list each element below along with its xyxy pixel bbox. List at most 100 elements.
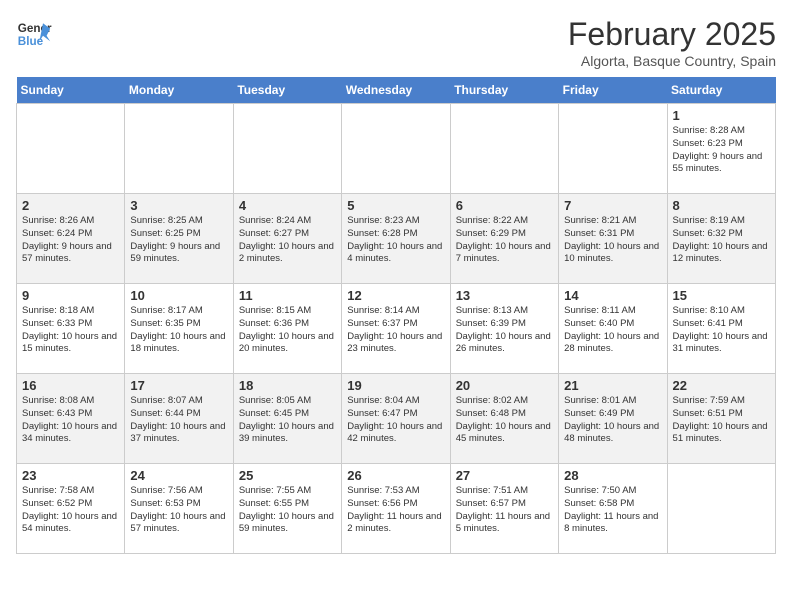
day-info: Sunrise: 7:56 AM Sunset: 6:53 PM Dayligh… xyxy=(130,485,227,536)
day-info: Sunrise: 8:18 AM Sunset: 6:33 PM Dayligh… xyxy=(22,305,119,356)
day-info: Sunrise: 8:14 AM Sunset: 6:37 PM Dayligh… xyxy=(347,305,444,356)
day-number: 20 xyxy=(456,378,553,393)
calendar-cell: 16Sunrise: 8:08 AM Sunset: 6:43 PM Dayli… xyxy=(17,374,125,464)
day-info: Sunrise: 8:10 AM Sunset: 6:41 PM Dayligh… xyxy=(673,305,770,356)
calendar-cell: 14Sunrise: 8:11 AM Sunset: 6:40 PM Dayli… xyxy=(559,284,667,374)
calendar-cell: 9 Sunrise: 8:18 AM Sunset: 6:33 PM Daylig… xyxy=(17,284,125,374)
calendar-cell: 4Sunrise: 8:24 AM Sunset: 6:27 PM Daylig… xyxy=(233,194,341,284)
location: Algorta, Basque Country, Spain xyxy=(568,53,776,69)
calendar-cell: 22 Sunrise: 7:59 AM Sunset: 6:51 PM Dayli… xyxy=(667,374,775,464)
day-number: 22 xyxy=(673,378,770,393)
day-info: Sunrise: 7:59 AM Sunset: 6:51 PM Dayligh… xyxy=(673,395,770,446)
calendar-week-1: 1 Sunrise: 8:28 AM Sunset: 6:23 PM Daylig… xyxy=(17,104,776,194)
day-number: 9 xyxy=(22,288,119,303)
weekday-header-thursday: Thursday xyxy=(450,77,558,104)
calendar-week-2: 2Sunrise: 8:26 AM Sunset: 6:24 PM Daylig… xyxy=(17,194,776,284)
calendar-week-3: 9 Sunrise: 8:18 AM Sunset: 6:33 PM Daylig… xyxy=(17,284,776,374)
day-info: Sunrise: 8:25 AM Sunset: 6:25 PM Dayligh… xyxy=(130,215,227,266)
calendar-week-4: 16Sunrise: 8:08 AM Sunset: 6:43 PM Dayli… xyxy=(17,374,776,464)
calendar-cell: 3Sunrise: 8:25 AM Sunset: 6:25 PM Daylig… xyxy=(125,194,233,284)
day-number: 13 xyxy=(456,288,553,303)
calendar-cell: 10 Sunrise: 8:17 AM Sunset: 6:35 PM Dayli… xyxy=(125,284,233,374)
day-info: Sunrise: 8:24 AM Sunset: 6:27 PM Dayligh… xyxy=(239,215,336,266)
day-info: Sunrise: 8:21 AM Sunset: 6:31 PM Dayligh… xyxy=(564,215,661,266)
calendar-cell: 6 Sunrise: 8:22 AM Sunset: 6:29 PM Daylig… xyxy=(450,194,558,284)
calendar-cell: 13 Sunrise: 8:13 AM Sunset: 6:39 PM Dayli… xyxy=(450,284,558,374)
day-info: Sunrise: 8:19 AM Sunset: 6:32 PM Dayligh… xyxy=(673,215,770,266)
day-number: 24 xyxy=(130,468,227,483)
day-number: 28 xyxy=(564,468,661,483)
day-number: 27 xyxy=(456,468,553,483)
calendar-cell: 18 Sunrise: 8:05 AM Sunset: 6:45 PM Dayli… xyxy=(233,374,341,464)
calendar-cell xyxy=(233,104,341,194)
day-info: Sunrise: 8:23 AM Sunset: 6:28 PM Dayligh… xyxy=(347,215,444,266)
day-number: 25 xyxy=(239,468,336,483)
calendar-cell: 20 Sunrise: 8:02 AM Sunset: 6:48 PM Dayli… xyxy=(450,374,558,464)
calendar-cell: 19Sunrise: 8:04 AM Sunset: 6:47 PM Dayli… xyxy=(342,374,450,464)
day-info: Sunrise: 8:17 AM Sunset: 6:35 PM Dayligh… xyxy=(130,305,227,356)
calendar-cell: 23Sunrise: 7:58 AM Sunset: 6:52 PM Dayli… xyxy=(17,464,125,554)
day-number: 18 xyxy=(239,378,336,393)
calendar-cell: 12 Sunrise: 8:14 AM Sunset: 6:37 PM Dayli… xyxy=(342,284,450,374)
day-info: Sunrise: 8:22 AM Sunset: 6:29 PM Dayligh… xyxy=(456,215,553,266)
calendar-cell xyxy=(125,104,233,194)
month-title: February 2025 xyxy=(568,16,776,53)
day-number: 1 xyxy=(673,108,770,123)
weekday-header-row: SundayMondayTuesdayWednesdayThursdayFrid… xyxy=(17,77,776,104)
calendar-cell: 11 Sunrise: 8:15 AM Sunset: 6:36 PM Dayli… xyxy=(233,284,341,374)
day-info: Sunrise: 7:55 AM Sunset: 6:55 PM Dayligh… xyxy=(239,485,336,536)
weekday-header-sunday: Sunday xyxy=(17,77,125,104)
calendar-cell xyxy=(559,104,667,194)
calendar-table: SundayMondayTuesdayWednesdayThursdayFrid… xyxy=(16,77,776,554)
day-info: Sunrise: 8:07 AM Sunset: 6:44 PM Dayligh… xyxy=(130,395,227,446)
calendar-cell: 27 Sunrise: 7:51 AM Sunset: 6:57 PM Dayli… xyxy=(450,464,558,554)
calendar-cell: 1 Sunrise: 8:28 AM Sunset: 6:23 PM Daylig… xyxy=(667,104,775,194)
day-info: Sunrise: 8:05 AM Sunset: 6:45 PM Dayligh… xyxy=(239,395,336,446)
day-number: 6 xyxy=(456,198,553,213)
day-info: Sunrise: 8:02 AM Sunset: 6:48 PM Dayligh… xyxy=(456,395,553,446)
day-number: 23 xyxy=(22,468,119,483)
day-info: Sunrise: 8:01 AM Sunset: 6:49 PM Dayligh… xyxy=(564,395,661,446)
calendar-cell: 5 Sunrise: 8:23 AM Sunset: 6:28 PM Daylig… xyxy=(342,194,450,284)
day-number: 12 xyxy=(347,288,444,303)
calendar-cell: 28 Sunrise: 7:50 AM Sunset: 6:58 PM Dayli… xyxy=(559,464,667,554)
day-number: 21 xyxy=(564,378,661,393)
day-number: 7 xyxy=(564,198,661,213)
day-number: 17 xyxy=(130,378,227,393)
calendar-cell: 26 Sunrise: 7:53 AM Sunset: 6:56 PM Dayli… xyxy=(342,464,450,554)
calendar-cell: 7 Sunrise: 8:21 AM Sunset: 6:31 PM Daylig… xyxy=(559,194,667,284)
day-number: 5 xyxy=(347,198,444,213)
weekday-header-friday: Friday xyxy=(559,77,667,104)
calendar-cell: 15 Sunrise: 8:10 AM Sunset: 6:41 PM Dayli… xyxy=(667,284,775,374)
day-number: 19 xyxy=(347,378,444,393)
day-number: 8 xyxy=(673,198,770,213)
day-info: Sunrise: 8:15 AM Sunset: 6:36 PM Dayligh… xyxy=(239,305,336,356)
day-info: Sunrise: 8:08 AM Sunset: 6:43 PM Dayligh… xyxy=(22,395,119,446)
svg-text:Blue: Blue xyxy=(18,35,44,48)
title-area: February 2025 Algorta, Basque Country, S… xyxy=(568,16,776,69)
calendar-cell xyxy=(667,464,775,554)
calendar-cell xyxy=(342,104,450,194)
logo: General Blue xyxy=(16,16,52,52)
day-number: 15 xyxy=(673,288,770,303)
day-number: 10 xyxy=(130,288,227,303)
day-info: Sunrise: 7:53 AM Sunset: 6:56 PM Dayligh… xyxy=(347,485,444,536)
day-info: Sunrise: 7:51 AM Sunset: 6:57 PM Dayligh… xyxy=(456,485,553,536)
weekday-header-wednesday: Wednesday xyxy=(342,77,450,104)
calendar-cell: 24 Sunrise: 7:56 AM Sunset: 6:53 PM Dayli… xyxy=(125,464,233,554)
day-number: 14 xyxy=(564,288,661,303)
calendar-cell: 2Sunrise: 8:26 AM Sunset: 6:24 PM Daylig… xyxy=(17,194,125,284)
calendar-cell: 17 Sunrise: 8:07 AM Sunset: 6:44 PM Dayli… xyxy=(125,374,233,464)
day-info: Sunrise: 8:13 AM Sunset: 6:39 PM Dayligh… xyxy=(456,305,553,356)
day-number: 26 xyxy=(347,468,444,483)
calendar-cell xyxy=(17,104,125,194)
day-info: Sunrise: 8:28 AM Sunset: 6:23 PM Dayligh… xyxy=(673,125,770,176)
day-number: 11 xyxy=(239,288,336,303)
calendar-week-5: 23Sunrise: 7:58 AM Sunset: 6:52 PM Dayli… xyxy=(17,464,776,554)
calendar-cell xyxy=(450,104,558,194)
weekday-header-tuesday: Tuesday xyxy=(233,77,341,104)
page-header: General Blue February 2025 Algorta, Basq… xyxy=(16,16,776,69)
calendar-cell: 21 Sunrise: 8:01 AM Sunset: 6:49 PM Dayli… xyxy=(559,374,667,464)
logo-icon: General Blue xyxy=(16,16,52,52)
day-info: Sunrise: 7:50 AM Sunset: 6:58 PM Dayligh… xyxy=(564,485,661,536)
